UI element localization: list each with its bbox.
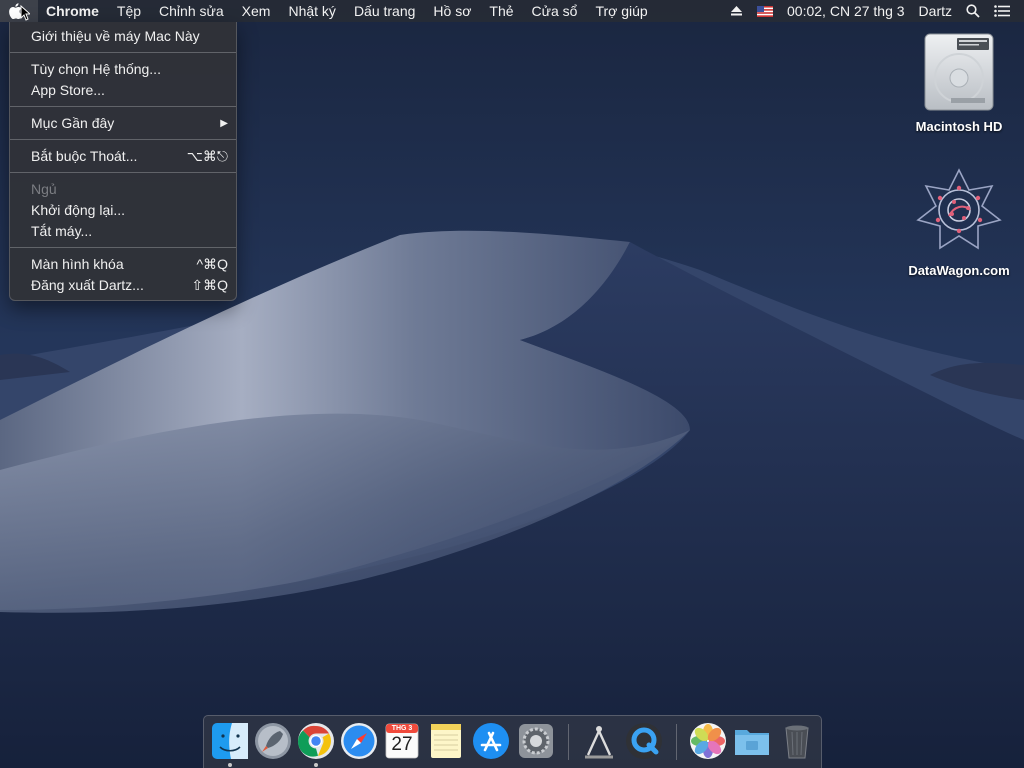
apple-menu-button[interactable] (0, 0, 38, 22)
menu-item-shutdown[interactable]: Tắt máy... (10, 221, 236, 242)
hard-drive-icon (924, 33, 994, 111)
menu-item-label: Màn hình khóa (31, 256, 124, 272)
menu-item-system-preferences[interactable]: Tùy chọn Hệ thống... (10, 59, 236, 80)
desktop: Chrome Tệp Chỉnh sửa Xem Nhật ký Dấu tra… (0, 0, 1024, 768)
eject-menu-extra[interactable] (723, 0, 750, 22)
running-indicator (314, 763, 318, 767)
dock-system-preferences[interactable] (516, 721, 556, 761)
dock: THG 3 27 (203, 715, 822, 768)
input-source-menu[interactable] (750, 0, 780, 22)
dock-trash[interactable] (777, 721, 817, 761)
force-quit-shortcut: ⌥⌘⎋ (186, 148, 228, 164)
trash-icon (785, 725, 809, 759)
dock-launchpad[interactable] (253, 721, 293, 761)
menu-separator (10, 106, 236, 107)
menu-item-label: Bắt buộc Thoát... (31, 148, 138, 164)
dock-downloads-folder[interactable] (732, 721, 772, 761)
dock-separator (676, 724, 677, 760)
dock-chrome[interactable] (296, 721, 336, 761)
quicktime-icon (626, 723, 662, 759)
menu-help[interactable]: Trợ giúp (586, 0, 656, 22)
submenu-arrow-icon: ▶ (220, 118, 228, 129)
logout-shortcut: ⇧⌘Q (191, 277, 228, 293)
menu-item-label: Mục Gần đây (31, 115, 115, 131)
menu-item-label: App Store... (31, 82, 105, 98)
finder-icon (212, 723, 248, 759)
menu-edit[interactable]: Chỉnh sửa (150, 0, 233, 22)
menu-item-recent-items[interactable]: Mục Gần đây ▶ (10, 113, 236, 134)
menu-view[interactable]: Xem (233, 0, 280, 22)
spotlight-button[interactable] (959, 0, 987, 22)
folder-icon (735, 730, 769, 755)
menu-item-label: Ngủ (31, 181, 57, 197)
menu-item-label: Tắt máy... (31, 223, 93, 239)
dock-finder[interactable] (210, 721, 250, 761)
desktop-icon-macintosh-hd[interactable]: Macintosh HD (905, 32, 1013, 134)
dock-safari[interactable] (339, 721, 379, 761)
menu-bar: Chrome Tệp Chỉnh sửa Xem Nhật ký Dấu tra… (0, 0, 1024, 22)
dock-calendar[interactable]: THG 3 27 (382, 721, 422, 761)
photos-flower-icon (690, 723, 726, 759)
us-flag-icon (757, 5, 774, 17)
menu-item-label: Đăng xuất Dartz... (31, 277, 144, 293)
menu-profiles[interactable]: Hồ sơ (424, 0, 480, 22)
launchpad-rocket-icon (255, 723, 291, 759)
menu-separator (10, 139, 236, 140)
app-store-icon (473, 723, 509, 759)
dock-quicktime[interactable] (624, 721, 664, 761)
datawagon-icon (916, 168, 1002, 250)
menu-item-lock-screen[interactable]: Màn hình khóa ^⌘Q (10, 254, 236, 275)
menu-item-force-quit[interactable]: Bắt buộc Thoát... ⌥⌘⎋ (10, 146, 236, 167)
dock-notes[interactable] (426, 721, 466, 761)
menu-item-restart[interactable]: Khởi động lại... (10, 200, 236, 221)
dock-photos[interactable] (688, 721, 728, 761)
running-indicator (228, 763, 232, 767)
dock-app-store[interactable] (471, 721, 511, 761)
lock-screen-shortcut: ^⌘Q (196, 256, 228, 272)
screenshot-compass-icon (585, 726, 613, 759)
menu-user[interactable]: Dartz (912, 0, 959, 22)
safari-compass-icon (341, 723, 377, 759)
notification-center-button[interactable] (987, 0, 1024, 22)
apple-dropdown-menu: Giới thiệu về máy Mac Này Tùy chọn Hệ th… (9, 22, 237, 301)
menu-item-log-out[interactable]: Đăng xuất Dartz... ⇧⌘Q (10, 275, 236, 296)
menu-item-label: Giới thiệu về máy Mac Này (31, 28, 200, 44)
menu-tab[interactable]: Thẻ (480, 0, 522, 22)
spotlight-search-icon (966, 4, 980, 18)
notes-icon (431, 724, 461, 758)
mouse-cursor-icon (20, 5, 30, 21)
chrome-icon (298, 723, 334, 759)
eject-icon (731, 6, 743, 16)
menu-bookmarks[interactable]: Dấu trang (345, 0, 424, 22)
menu-clock[interactable]: 00:02, CN 27 thg 3 (780, 0, 912, 22)
menu-separator (10, 172, 236, 173)
gear-icon (519, 724, 553, 758)
dock-separator (568, 724, 569, 760)
desktop-icon-datawagon[interactable]: DataWagon.com (900, 168, 1018, 278)
dock-screenshot-utility[interactable] (579, 721, 619, 761)
menu-app-name[interactable]: Chrome (38, 0, 108, 22)
menu-separator (10, 52, 236, 53)
menu-history[interactable]: Nhật ký (279, 0, 344, 22)
menu-item-sleep: Ngủ (10, 179, 236, 200)
calendar-day: 27 (391, 734, 413, 755)
calendar-month: THG 3 (391, 725, 413, 732)
menu-item-app-store[interactable]: App Store... (10, 80, 236, 101)
menu-item-label: Tùy chọn Hệ thống... (31, 61, 161, 77)
desktop-icon-label: DataWagon.com (908, 263, 1010, 278)
desktop-icon-label: Macintosh HD (915, 119, 1003, 134)
menu-item-label: Khởi động lại... (31, 202, 126, 218)
menu-separator (10, 247, 236, 248)
menu-item-about-this-mac[interactable]: Giới thiệu về máy Mac Này (10, 26, 236, 47)
notification-center-icon (994, 5, 1010, 17)
menu-file[interactable]: Tệp (108, 0, 150, 22)
menu-window[interactable]: Cửa sổ (523, 0, 587, 22)
